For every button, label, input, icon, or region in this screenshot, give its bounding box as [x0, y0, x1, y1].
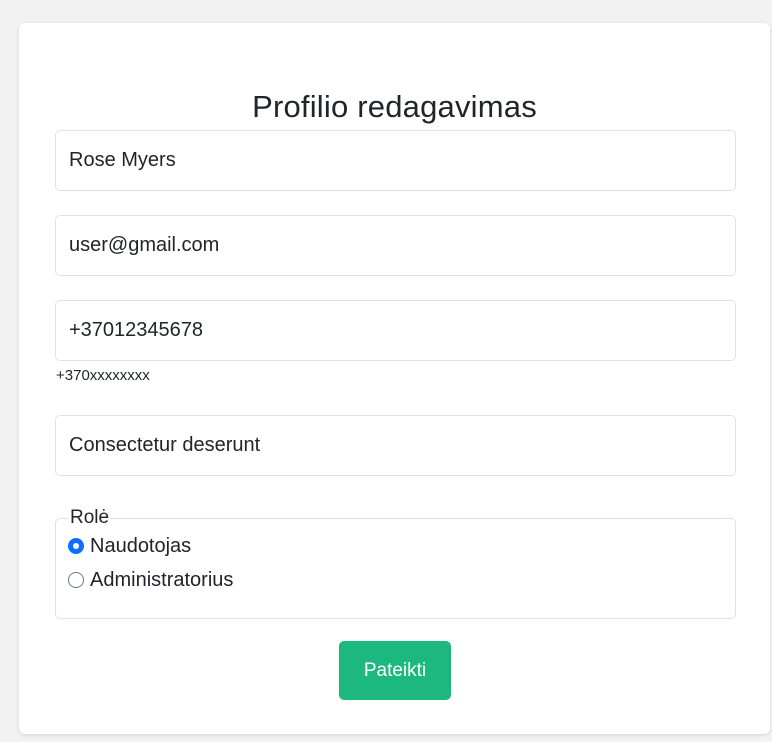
page-title: Profilio redagavimas — [252, 89, 537, 124]
role-option-administratorius[interactable]: Administratorius — [68, 563, 723, 597]
role-legend: Rolė — [70, 507, 110, 528]
role-option-label: Naudotojas — [90, 534, 192, 557]
role-option-naudotojas[interactable]: Naudotojas — [68, 529, 723, 563]
name-field[interactable] — [55, 130, 736, 191]
email-field[interactable] — [55, 215, 736, 276]
role-option-label: Administratorius — [90, 568, 234, 591]
phone-format-hint: +370xxxxxxxx — [56, 367, 150, 384]
profile-edit-card: Profilio redagavimas +370xxxxxxxx Rolė N… — [19, 23, 770, 734]
radio-administratorius[interactable] — [68, 572, 84, 588]
phone-field[interactable] — [55, 300, 736, 361]
role-group: Rolė Naudotojas Administratorius — [55, 507, 736, 619]
submit-button[interactable]: Pateikti — [339, 641, 451, 700]
description-field[interactable] — [55, 415, 736, 476]
radio-naudotojas[interactable] — [68, 538, 84, 554]
